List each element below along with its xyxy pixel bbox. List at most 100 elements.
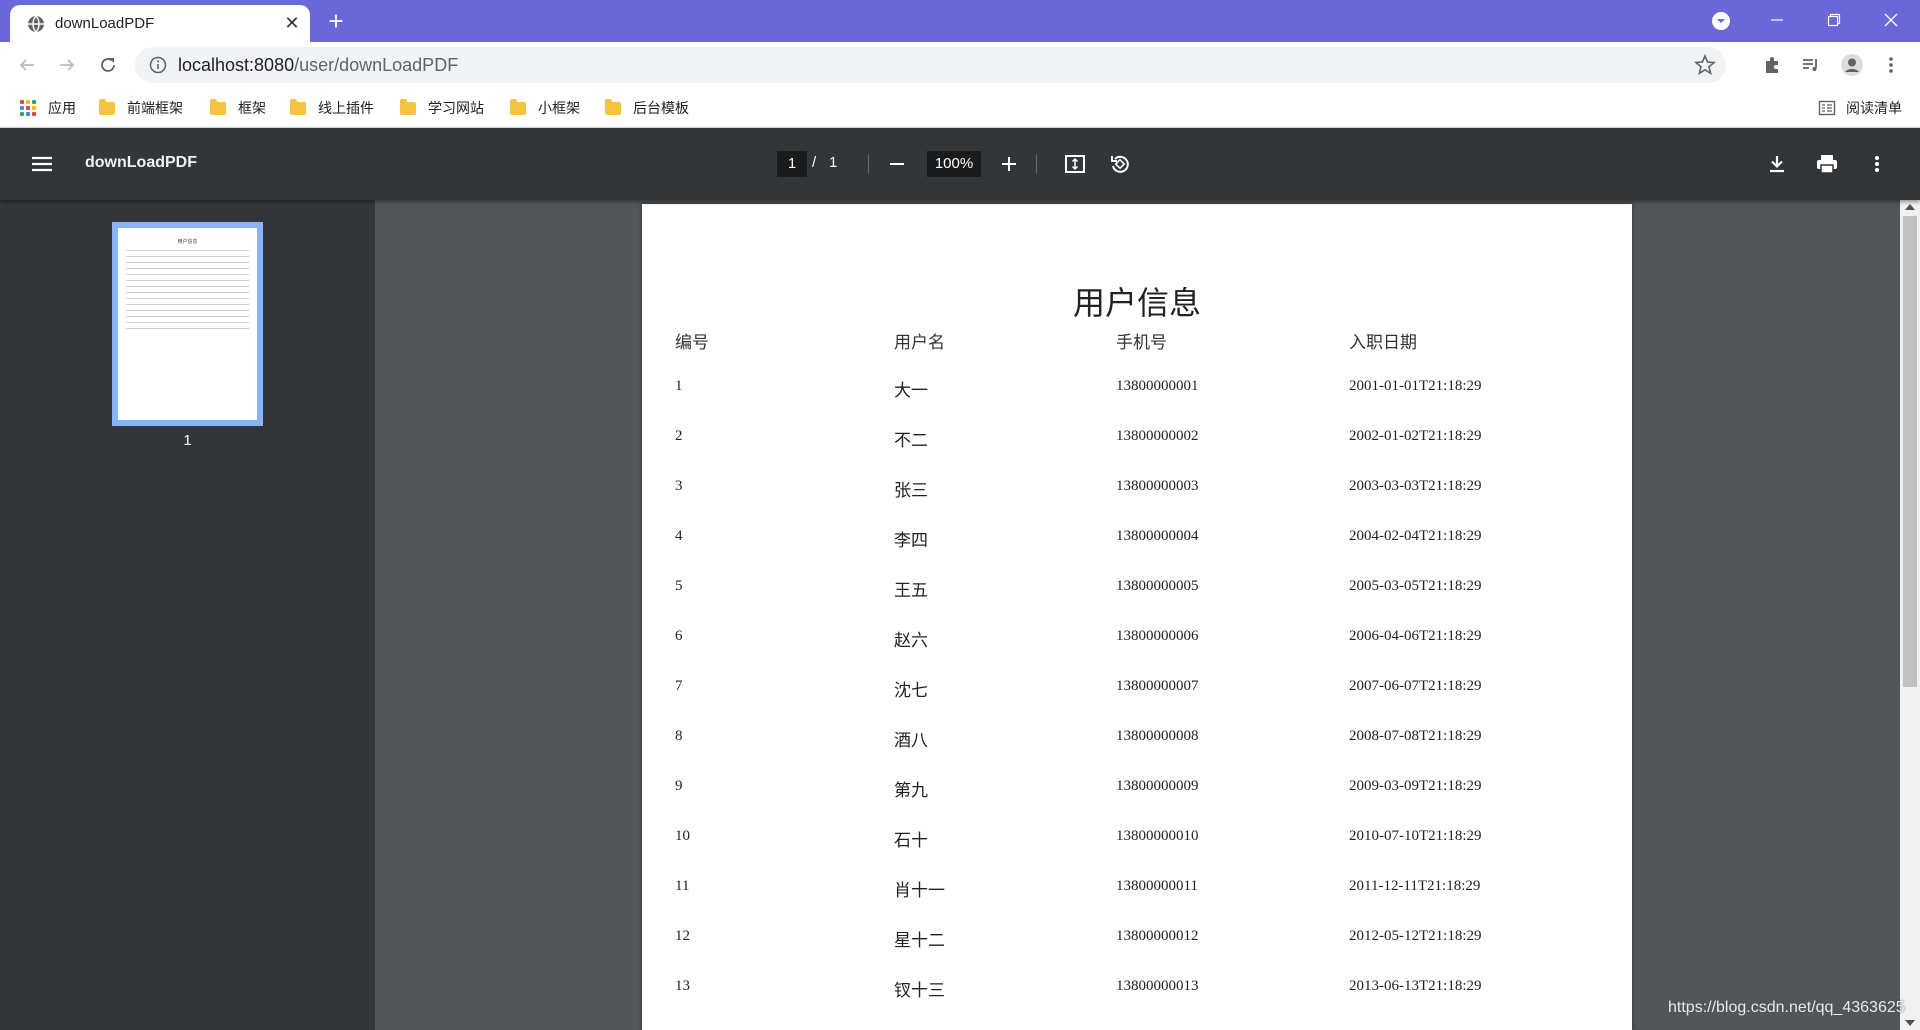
folder-icon: [290, 98, 306, 115]
reading-list-label: 阅读清单: [1846, 100, 1902, 116]
pdf-more-button[interactable]: [1863, 150, 1891, 178]
more-vertical-icon: [1889, 57, 1893, 73]
browser-tab[interactable]: downLoadPDF ✕: [10, 5, 310, 42]
page-separator: /: [812, 154, 817, 171]
cell-id: 7: [675, 678, 683, 694]
bookmark-label: 框架: [238, 100, 266, 116]
chevron-down-circle-icon: [1712, 12, 1730, 30]
scroll-down-arrow-icon[interactable]: [1905, 1020, 1915, 1026]
page-thumbnail[interactable]: 用户信息: [112, 222, 263, 426]
pdf-page: 用户信息 编号 用户名 手机号 入职日期 1 大一 13800000001 2001-…: [642, 204, 1632, 1030]
bookmark-apps[interactable]: 应用: [20, 96, 76, 120]
forward-button[interactable]: [53, 51, 81, 79]
folder-icon: [400, 98, 416, 115]
url-text[interactable]: localhost:8080/user/downLoadPDF: [178, 55, 458, 76]
close-window-button[interactable]: [1877, 8, 1905, 34]
bookmark-folder[interactable]: 框架: [210, 96, 266, 120]
cell-phone: 13800000005: [1116, 578, 1199, 594]
bookmark-label: 小框架: [538, 100, 580, 116]
thumbnail-page-number: 1: [183, 432, 192, 449]
back-button[interactable]: [13, 51, 41, 79]
reading-list-icon: [1818, 100, 1836, 116]
cell-username: 酒八: [894, 731, 928, 750]
cell-id: 5: [675, 578, 683, 594]
rotate-button[interactable]: [1106, 150, 1134, 178]
thumbnail-row-line: [126, 262, 249, 263]
browser-menu-button[interactable]: [1877, 51, 1905, 79]
thumbnail-row-line: [126, 250, 249, 251]
minimize-icon: [1771, 19, 1783, 21]
media-control-button[interactable]: [1797, 51, 1825, 79]
apps-grid-icon: [20, 100, 36, 116]
cell-username: 沈七: [894, 681, 928, 700]
toolbar-divider: [868, 154, 869, 174]
bookmark-folder[interactable]: 前端框架: [99, 96, 183, 120]
bookmark-folder[interactable]: 小框架: [510, 96, 580, 120]
restore-button[interactable]: [1820, 8, 1848, 34]
cell-hire-date: 2006-04-06T21:18:29: [1349, 628, 1482, 644]
cell-phone: 13800000006: [1116, 628, 1199, 644]
cell-id: 3: [675, 478, 683, 494]
cell-phone: 13800000004: [1116, 528, 1199, 544]
profile-button[interactable]: [1838, 51, 1866, 79]
zoom-in-button[interactable]: [995, 150, 1023, 178]
extensions-button[interactable]: [1758, 51, 1786, 79]
cell-username: 大一: [894, 381, 928, 400]
cell-hire-date: 2003-03-03T21:18:29: [1349, 478, 1482, 494]
more-vertical-icon: [1875, 156, 1879, 172]
cell-hire-date: 2007-06-07T21:18:29: [1349, 678, 1482, 694]
scroll-up-arrow-icon[interactable]: [1905, 204, 1915, 210]
cell-username: 星十二: [894, 931, 945, 950]
close-tab-icon[interactable]: ✕: [282, 13, 302, 33]
column-header-hire-date: 入职日期: [1349, 333, 1417, 352]
fit-page-button[interactable]: [1061, 150, 1089, 178]
zoom-out-button[interactable]: [883, 150, 911, 178]
cell-phone: 13800000002: [1116, 428, 1199, 444]
thumbnail-row-line: [126, 256, 249, 257]
bookmark-label: 线上插件: [318, 100, 374, 116]
cell-id: 9: [675, 778, 683, 794]
cell-id: 2: [675, 428, 683, 444]
arrow-left-icon: [19, 59, 34, 71]
cell-username: 钗十三: [894, 981, 945, 1000]
cell-id: 4: [675, 528, 683, 544]
bookmark-star-icon[interactable]: [1694, 54, 1716, 76]
address-bar[interactable]: localhost:8080/user/downLoadPDF: [135, 47, 1726, 83]
cell-phone: 13800000010: [1116, 828, 1199, 844]
new-tab-button[interactable]: +: [322, 8, 350, 36]
bookmark-folder[interactable]: 学习网站: [400, 96, 484, 120]
watermark-text: https://blog.csdn.net/qq_4363625: [1668, 999, 1905, 1016]
cell-hire-date: 2013-06-13T21:18:29: [1349, 978, 1482, 994]
cell-id: 11: [675, 878, 690, 894]
folder-icon: [210, 98, 226, 115]
cell-phone: 13800000007: [1116, 678, 1199, 694]
folder-icon: [510, 98, 526, 115]
info-icon[interactable]: [149, 56, 167, 74]
vertical-scrollbar[interactable]: [1900, 200, 1920, 1030]
print-button[interactable]: [1813, 150, 1841, 178]
document-title: 用户信息: [1072, 285, 1201, 321]
thumbnail-row-line: [126, 322, 249, 323]
download-button[interactable]: [1763, 150, 1791, 178]
bookmark-label: 前端框架: [127, 100, 183, 116]
menu-icon[interactable]: [28, 150, 56, 178]
column-header-id: 编号: [675, 333, 709, 352]
page-number-input[interactable]: 1: [777, 151, 807, 177]
toolbar-divider: [1036, 154, 1037, 174]
cell-hire-date: 2010-07-10T21:18:29: [1349, 828, 1482, 844]
cell-hire-date: 2012-05-12T21:18:29: [1349, 928, 1482, 944]
url-path: /user/downLoadPDF: [294, 55, 459, 75]
scrollbar-thumb[interactable]: [1903, 216, 1917, 687]
reload-button[interactable]: [94, 51, 122, 79]
tab-search-button[interactable]: [1707, 8, 1735, 34]
reading-list-button[interactable]: 阅读清单: [1818, 96, 1902, 120]
cell-hire-date: 2002-01-02T21:18:29: [1349, 428, 1482, 444]
tab-title: downLoadPDF: [55, 15, 155, 32]
minimize-button[interactable]: [1763, 8, 1791, 34]
bookmark-folder[interactable]: 线上插件: [290, 96, 374, 120]
cell-phone: 13800000013: [1116, 978, 1199, 994]
bookmark-folder[interactable]: 后台模板: [605, 96, 689, 120]
zoom-input[interactable]: 100%: [927, 151, 981, 177]
url-host: localhost:8080: [178, 55, 295, 75]
page-total: 1: [829, 154, 838, 171]
